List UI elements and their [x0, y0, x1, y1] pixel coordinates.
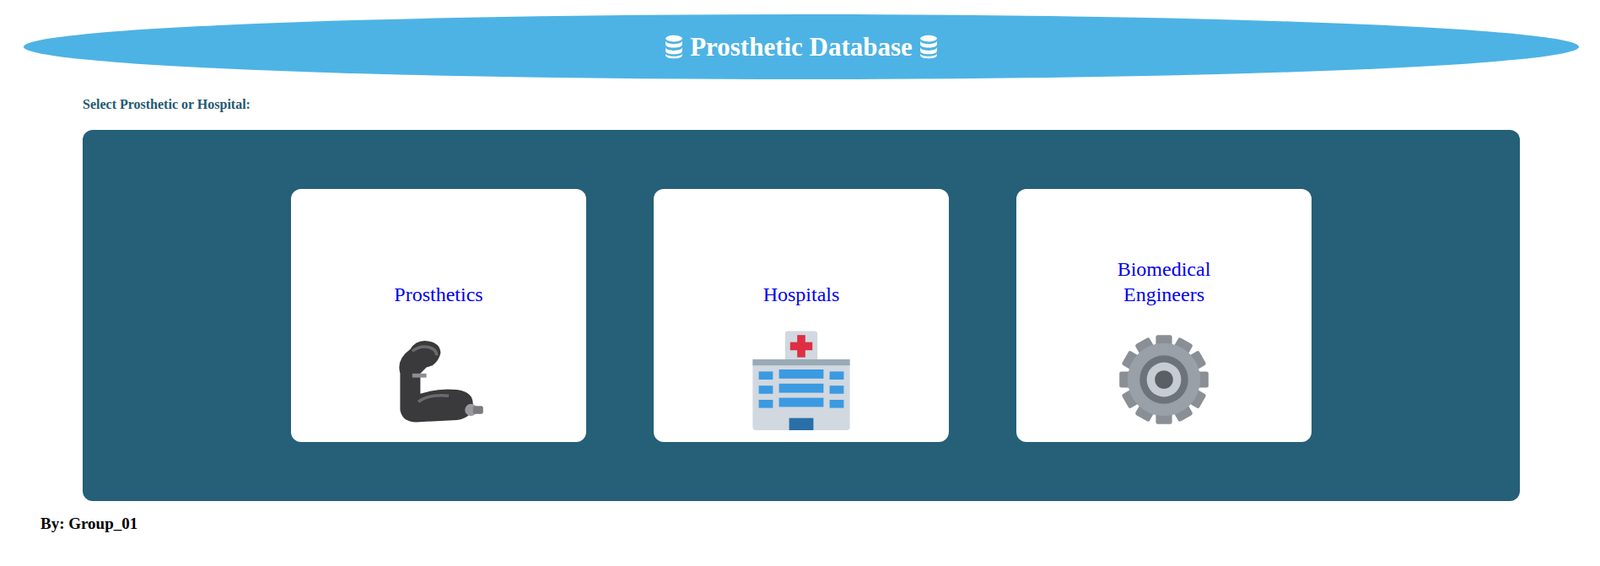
category-card[interactable]: Prosthetics — [290, 188, 587, 442]
database-icon — [919, 34, 938, 60]
page: Prosthetic Database Select Prosthetic or… — [0, 0, 1600, 566]
hospital-icon — [750, 328, 852, 431]
database-icon — [664, 34, 684, 60]
category-card[interactable]: Hospitals — [653, 188, 949, 442]
card-label: Hospitals — [763, 281, 841, 308]
category-card[interactable]: Biomedical Engineers — [1016, 188, 1312, 442]
card-panel: Prosthetics Hospitals Biomedical Enginee… — [82, 129, 1520, 502]
footer-credit: By: Group_01 — [40, 514, 1600, 534]
header-banner: Prosthetic Database — [23, 14, 1579, 80]
page-title: Prosthetic Database — [689, 32, 913, 63]
card-label: Prosthetics — [393, 281, 483, 308]
card-label: Biomedical Engineers — [1100, 256, 1228, 308]
gear-icon — [1113, 328, 1215, 431]
select-prompt: Select Prosthetic or Hospital: — [82, 96, 1600, 113]
mechanical-arm-icon — [387, 328, 490, 431]
